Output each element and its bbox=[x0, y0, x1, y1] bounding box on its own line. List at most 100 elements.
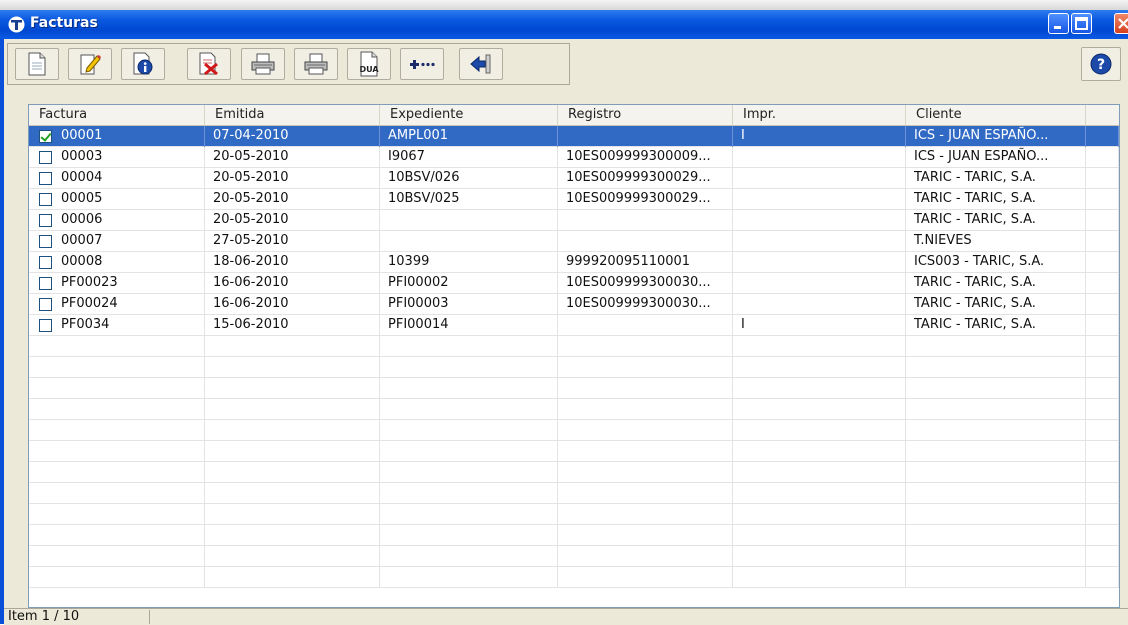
printer-icon bbox=[304, 53, 328, 75]
new-document-button[interactable] bbox=[15, 48, 59, 80]
dua-document-icon: DUA bbox=[359, 51, 379, 77]
empty-cell bbox=[733, 399, 906, 420]
empty-cell bbox=[1086, 483, 1119, 504]
edit-pencil-icon bbox=[80, 54, 101, 75]
top-strip bbox=[0, 0, 1128, 10]
column-header-factura[interactable]: Factura bbox=[29, 105, 205, 125]
cell-expediente: I9067 bbox=[380, 147, 558, 168]
empty-cell bbox=[1086, 567, 1119, 588]
edit-document-button[interactable] bbox=[68, 48, 112, 80]
column-header-impr[interactable]: Impr. bbox=[733, 105, 906, 125]
column-header-emitida[interactable]: Emitida bbox=[205, 105, 380, 125]
table-row[interactable]: 00008 18-06-2010 10399 999920095110001 ICS00… bbox=[29, 252, 1119, 273]
table-row[interactable]: 00001 07-04-2010 AMPL001 I ICS - JUAN ESPAÑO… bbox=[29, 126, 1119, 147]
row-checkbox[interactable] bbox=[39, 172, 52, 185]
row-checkbox[interactable] bbox=[39, 277, 52, 290]
column-header-registro[interactable]: Registro bbox=[558, 105, 733, 125]
empty-cell bbox=[205, 483, 380, 504]
empty-cell bbox=[380, 546, 558, 567]
row-checkbox[interactable] bbox=[39, 193, 52, 206]
row-checkbox[interactable] bbox=[39, 235, 52, 248]
table-row[interactable]: 00005 20-05-2010 10BSV/025 10ES009999300029… bbox=[29, 189, 1119, 210]
dua-button[interactable]: DUA bbox=[347, 48, 391, 80]
cell-expediente: PFI00002 bbox=[380, 273, 558, 294]
back-button[interactable] bbox=[459, 48, 503, 80]
minimize-button[interactable] bbox=[1048, 13, 1069, 34]
maximize-icon bbox=[1075, 17, 1088, 30]
empty-cell bbox=[558, 378, 733, 399]
empty-cell bbox=[1086, 546, 1119, 567]
table-row[interactable]: 00006 20-05-2010 TARIC - TARIC, S.A. bbox=[29, 210, 1119, 231]
empty-cell bbox=[29, 483, 205, 504]
blank-document-icon bbox=[28, 52, 46, 76]
cell-factura: 00005 bbox=[29, 189, 205, 210]
cell-registro: 10ES009999300009... bbox=[558, 147, 733, 168]
row-checkbox[interactable] bbox=[39, 151, 52, 164]
status-text: Item 1 / 10 bbox=[8, 609, 80, 624]
row-checkbox[interactable] bbox=[39, 256, 52, 269]
empty-cell bbox=[733, 504, 906, 525]
row-checkbox[interactable] bbox=[39, 130, 52, 143]
table-row[interactable]: PF0034 15-06-2010 PFI00014 I TARIC - TARIC, … bbox=[29, 315, 1119, 336]
column-header-expediente[interactable]: Expediente bbox=[380, 105, 558, 125]
cell-cliente: ICS - JUAN ESPAÑO... bbox=[906, 126, 1086, 147]
table-row[interactable]: 00003 20-05-2010 I9067 10ES009999300009... I… bbox=[29, 147, 1119, 168]
cell-factura: 00003 bbox=[29, 147, 205, 168]
close-button[interactable] bbox=[1114, 13, 1128, 34]
cell-registro bbox=[558, 315, 733, 336]
cell-registro: 10ES009999300029... bbox=[558, 168, 733, 189]
row-checkbox[interactable] bbox=[39, 319, 52, 332]
empty-row bbox=[29, 336, 1119, 357]
empty-cell bbox=[205, 420, 380, 441]
empty-cell bbox=[205, 546, 380, 567]
facturas-list[interactable]: Factura Emitida Expediente Registro Impr… bbox=[28, 104, 1120, 608]
cell-cliente: TARIC - TARIC, S.A. bbox=[906, 273, 1086, 294]
back-arrow-icon bbox=[470, 54, 491, 74]
print-button[interactable] bbox=[241, 48, 285, 80]
empty-cell bbox=[558, 525, 733, 546]
table-row[interactable]: 00004 20-05-2010 10BSV/026 10ES009999300029… bbox=[29, 168, 1119, 189]
row-checkbox[interactable] bbox=[39, 214, 52, 227]
cell-registro: 10ES009999300030... bbox=[558, 294, 733, 315]
empty-cell bbox=[906, 504, 1086, 525]
table-row[interactable]: 00007 27-05-2010 T.NIEVES bbox=[29, 231, 1119, 252]
empty-row bbox=[29, 504, 1119, 525]
empty-row bbox=[29, 399, 1119, 420]
empty-cell bbox=[205, 336, 380, 357]
status-separator bbox=[149, 610, 150, 624]
cell-emitida: 20-05-2010 bbox=[205, 210, 380, 231]
empty-cell bbox=[733, 525, 906, 546]
title-bar[interactable]: Facturas bbox=[0, 10, 1128, 39]
more-button[interactable] bbox=[400, 48, 444, 80]
help-icon: ? bbox=[1090, 53, 1112, 75]
svg-text:?: ? bbox=[1097, 57, 1105, 73]
column-header-filler bbox=[1086, 105, 1119, 125]
cell-impr bbox=[733, 189, 906, 210]
empty-cell bbox=[1086, 357, 1119, 378]
info-document-button[interactable] bbox=[121, 48, 165, 80]
empty-cell bbox=[906, 399, 1086, 420]
empty-cell bbox=[1086, 441, 1119, 462]
help-button[interactable]: ? bbox=[1081, 47, 1121, 81]
minimize-icon bbox=[1054, 26, 1061, 29]
empty-cell bbox=[1086, 126, 1119, 147]
table-row[interactable]: PF00024 16-06-2010 PFI00003 10ES00999930003… bbox=[29, 294, 1119, 315]
cell-registro bbox=[558, 210, 733, 231]
table-row[interactable]: PF00023 16-06-2010 PFI00002 10ES00999930003… bbox=[29, 273, 1119, 294]
print-preview-button[interactable] bbox=[294, 48, 338, 80]
empty-cell bbox=[1086, 273, 1119, 294]
window-title: Facturas bbox=[30, 15, 98, 31]
delete-document-button[interactable] bbox=[187, 48, 231, 80]
row-checkbox[interactable] bbox=[39, 298, 52, 311]
empty-cell bbox=[558, 357, 733, 378]
maximize-button[interactable] bbox=[1071, 13, 1092, 34]
cell-expediente: AMPL001 bbox=[380, 126, 558, 147]
cell-emitida: 27-05-2010 bbox=[205, 231, 380, 252]
cell-impr: I bbox=[733, 315, 906, 336]
empty-cell bbox=[906, 420, 1086, 441]
empty-cell bbox=[380, 357, 558, 378]
column-header-cliente[interactable]: Cliente bbox=[906, 105, 1086, 125]
cell-impr bbox=[733, 252, 906, 273]
empty-cell bbox=[733, 483, 906, 504]
empty-cell bbox=[380, 504, 558, 525]
